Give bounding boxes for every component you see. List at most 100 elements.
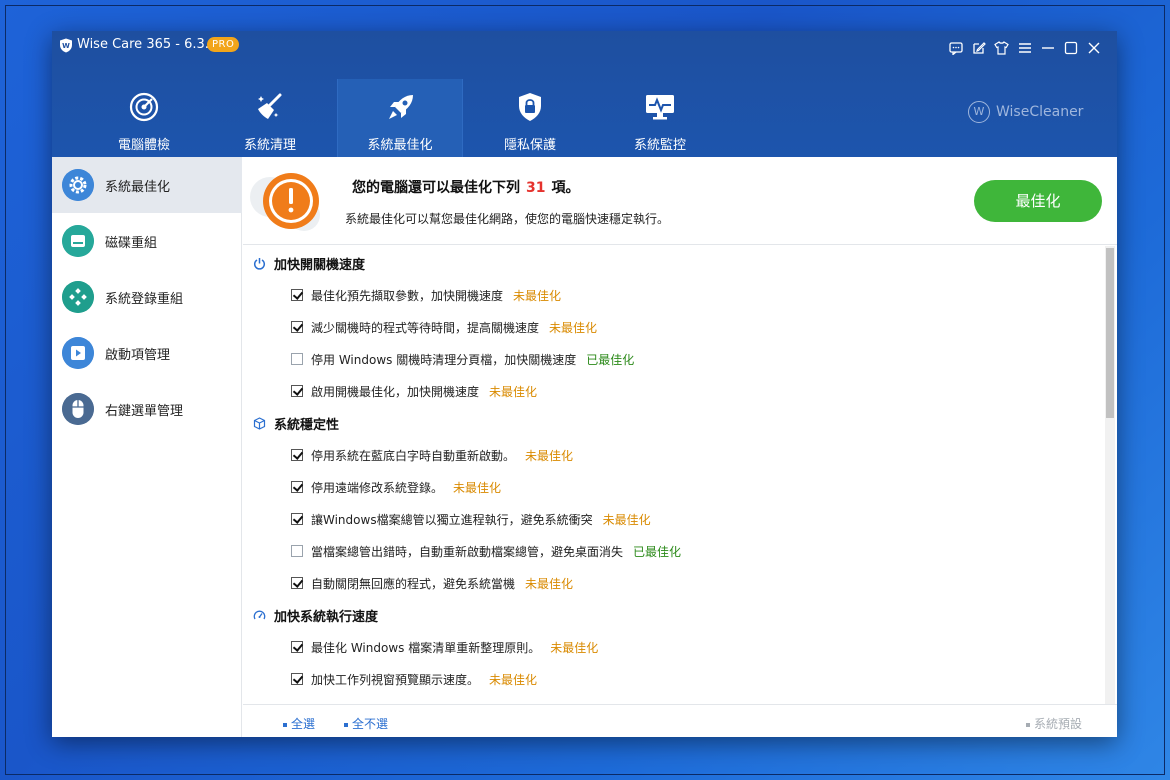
close-icon[interactable] — [1082, 39, 1105, 57]
minimize-icon[interactable] — [1036, 39, 1059, 57]
nav-item-privacy[interactable]: 隱私保護 — [467, 79, 593, 157]
banner-title-prefix: 您的電腦還可以最佳化下列 — [352, 180, 520, 196]
scrollbar-thumb[interactable] — [1106, 248, 1114, 418]
sidebar-item-label: 右鍵選單管理 — [105, 404, 184, 419]
item-text: 停用系統在藍底白字時自動重新啟動。 — [311, 448, 516, 463]
sidebar: 系統最佳化 磁碟重組 系統登錄重組 啟動項管理 右鍵選單管理 — [52, 157, 242, 737]
status-label: 未最佳化 — [550, 640, 599, 655]
startup-icon — [62, 337, 94, 369]
maximize-icon[interactable] — [1059, 39, 1082, 57]
brand[interactable]: W WiseCleaner — [968, 101, 1083, 123]
item-text: 最佳化 Windows 檔案清單重新整理原則。 — [311, 640, 541, 655]
nav-label: 系統監控 — [633, 138, 686, 153]
section-header: 加快系統執行速度 — [253, 605, 378, 625]
checkbox[interactable] — [291, 545, 303, 557]
list-item[interactable]: 停用 Windows 關機時清理分頁檔，加快關機速度 已最佳化 — [291, 349, 634, 369]
checkbox[interactable] — [291, 481, 303, 493]
banner-subtitle: 系統最佳化可以幫您最佳化網路，使您的電腦快速穩定執行。 — [345, 212, 670, 226]
nav-label: 隱私保護 — [503, 138, 556, 153]
list-item[interactable]: 自動關閉無回應的程式，避免系統當機 未最佳化 — [291, 573, 573, 593]
app-title: Wise Care 365 - 6.3.2 — [77, 37, 218, 52]
edit-icon[interactable] — [967, 39, 990, 57]
warning-icon — [250, 173, 320, 231]
svg-text:W: W — [62, 42, 70, 50]
select-none-link[interactable]: 全不選 — [344, 715, 388, 732]
sidebar-item-registry-defrag[interactable]: 系統登錄重組 — [52, 269, 242, 325]
item-text: 減少關機時的程式等待時間，提高關機速度 — [311, 320, 540, 335]
gear-icon — [62, 169, 94, 201]
section-title: 系統穩定性 — [274, 417, 340, 433]
item-text: 最佳化預先擷取參數，加快開機速度 — [311, 288, 504, 303]
nav-item-optimize[interactable]: 系統最佳化 — [337, 79, 463, 157]
list-item[interactable]: 停用遠端修改系統登錄。 未最佳化 — [291, 477, 501, 497]
checkbox[interactable] — [291, 385, 303, 397]
registry-icon — [62, 281, 94, 313]
bullet-icon — [283, 722, 287, 727]
header: W Wise Care 365 - 6.3.2 PRO 電腦體檢 系統清理 系統… — [52, 31, 1117, 157]
power-icon — [253, 257, 266, 270]
list-item[interactable]: 當檔案總管出錯時，自動重新啟動檔案總管，避免桌面消失 已最佳化 — [291, 541, 681, 561]
status-label: 未最佳化 — [513, 288, 562, 303]
broom-icon — [258, 93, 282, 119]
section-title: 加快系統執行速度 — [274, 609, 379, 625]
status-label: 未最佳化 — [602, 512, 651, 527]
monitor-icon — [646, 95, 674, 120]
status-label: 未最佳化 — [525, 576, 574, 591]
sidebar-item-label: 系統最佳化 — [105, 180, 171, 195]
list-item[interactable]: 停用系統在藍底白字時自動重新啟動。 未最佳化 — [291, 445, 573, 465]
section-title: 加快開關機速度 — [274, 257, 366, 273]
status-label: 未最佳化 — [549, 320, 598, 335]
brand-name: WiseCleaner — [996, 104, 1084, 120]
list-item[interactable]: 最佳化預先擷取參數，加快開機速度 未最佳化 — [291, 285, 561, 305]
list-item[interactable]: 加快工作列視窗預覽顯示速度。 未最佳化 — [291, 669, 537, 689]
item-text: 自動關閉無回應的程式，避免系統當機 — [311, 576, 516, 591]
scrollbar[interactable] — [1105, 246, 1115, 704]
mouse-icon — [62, 393, 94, 425]
window-controls — [944, 39, 1105, 57]
list-item[interactable]: 減少關機時的程式等待時間，提高關機速度 未最佳化 — [291, 317, 597, 337]
sidebar-item-optimize[interactable]: 系統最佳化 — [52, 157, 242, 213]
checkbox[interactable] — [291, 513, 303, 525]
menu-icon[interactable] — [1013, 39, 1036, 57]
main-nav: 電腦體檢 系統清理 系統最佳化 隱私保護 系統監控 — [52, 79, 1117, 157]
sidebar-item-label: 磁碟重組 — [105, 236, 158, 251]
brand-logo-icon: W — [968, 101, 990, 123]
sidebar-item-label: 啟動項管理 — [105, 348, 171, 363]
main-panel: 您的電腦還可以最佳化下列 31 項。 系統最佳化可以幫您最佳化網路，使您的電腦快速穩… — [243, 157, 1117, 737]
status-label: 已最佳化 — [633, 544, 682, 559]
bullet-icon — [344, 722, 348, 727]
select-all-link[interactable]: 全選 — [283, 715, 315, 732]
checkbox[interactable] — [291, 449, 303, 461]
nav-item-checkup[interactable]: 電腦體檢 — [81, 79, 207, 157]
nav-item-monitor[interactable]: 系統監控 — [597, 79, 723, 157]
shirt-icon[interactable] — [990, 39, 1013, 57]
sidebar-item-startup[interactable]: 啟動項管理 — [52, 325, 242, 381]
sidebar-item-defrag[interactable]: 磁碟重組 — [52, 213, 242, 269]
checkbox[interactable] — [291, 289, 303, 301]
list-item[interactable]: 最佳化 Windows 檔案清單重新整理原則。 未最佳化 — [291, 637, 598, 657]
checkbox[interactable] — [291, 577, 303, 589]
item-text: 停用遠端修改系統登錄。 — [311, 480, 444, 495]
checkbox[interactable] — [291, 673, 303, 685]
status-label: 未最佳化 — [453, 480, 502, 495]
nav-label: 電腦體檢 — [117, 138, 170, 153]
nav-item-cleaner[interactable]: 系統清理 — [207, 79, 333, 157]
sidebar-item-label: 系統登錄重組 — [105, 292, 184, 307]
cube-icon — [253, 416, 266, 430]
item-text: 加快工作列視窗預覽顯示速度。 — [311, 672, 480, 687]
banner-title-suffix: 項。 — [551, 180, 580, 196]
select-none-label: 全不選 — [352, 717, 389, 731]
checkbox[interactable] — [291, 641, 303, 653]
checkbox[interactable] — [291, 353, 303, 365]
list-item[interactable]: 讓Windows檔案總管以獨立進程執行，避免系統衝突 未最佳化 — [291, 509, 651, 529]
rocket-icon — [389, 95, 413, 119]
checkbox[interactable] — [291, 321, 303, 333]
item-text: 讓Windows檔案總管以獨立進程執行，避免系統衝突 — [311, 512, 593, 527]
list-item[interactable]: 啟用開機最佳化，加快開機速度 未最佳化 — [291, 381, 537, 401]
titlebar[interactable]: W Wise Care 365 - 6.3.2 PRO — [52, 31, 1117, 61]
sidebar-item-context-menu[interactable]: 右鍵選單管理 — [52, 381, 242, 437]
optimize-button[interactable]: 最佳化 — [974, 180, 1102, 222]
radar-icon — [129, 92, 159, 122]
system-default-link[interactable]: 系統預設 — [1026, 715, 1082, 732]
feedback-icon[interactable] — [944, 39, 967, 57]
